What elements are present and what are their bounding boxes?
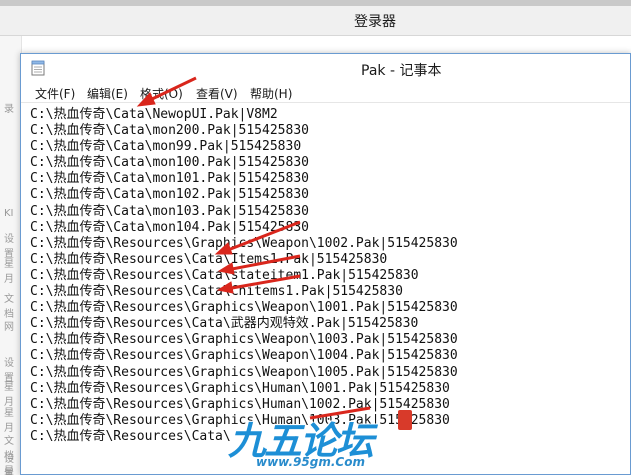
menu-file[interactable]: 文件(F) (35, 85, 75, 102)
text-line: C:\热血传奇\Resources\Cata\Chitems1.Pak|5154… (30, 284, 403, 300)
text-line: C:\热血传奇\Resources\Graphics\Weapon\1001.P… (30, 300, 458, 316)
text-line: C:\热血传奇\Cata\mon99.Pak|515425830 (30, 139, 302, 155)
menu-format[interactable]: 格式(O) (140, 85, 183, 102)
background-side-label: 录 (4, 104, 14, 115)
background-side-label: KI (4, 208, 14, 219)
background-side-label: 星月 (4, 259, 14, 285)
background-side-label: 星月 (4, 408, 14, 434)
menu-help[interactable]: 帮助(H) (250, 85, 292, 102)
notepad-title: Pak - 记事本 (361, 63, 442, 79)
notepad-menubar: 文件(F) 编辑(E) 格式(O) 查看(V) 帮助(H) (21, 82, 630, 103)
background-side-label: 星月 (4, 466, 14, 475)
text-line: C:\热血传奇\Resources\Graphics\Weapon\1003.P… (30, 332, 458, 348)
background-titlebar[interactable]: 登录器 (0, 6, 631, 36)
background-side-column: 录KI设置星月文档网设置星月星月文档设置星月 (0, 36, 22, 475)
text-line: C:\热血传奇\Resources\Cata\Items1.Pak|515425… (30, 251, 388, 267)
watermark-url: www.95gm.Com (256, 455, 365, 469)
text-line: C:\热血传奇\Cata\mon100.Pak|515425830 (30, 155, 309, 171)
text-line: C:\热血传奇\Resources\Cata\stateitem1.Pak|51… (30, 267, 419, 283)
background-side-label: 网 (4, 322, 14, 333)
menu-edit[interactable]: 编辑(E) (87, 85, 128, 102)
notepad-titlebar[interactable]: Pak - 记事本 (21, 54, 630, 82)
text-line: C:\热血传奇\Resources\Graphics\Weapon\1004.P… (30, 348, 458, 364)
text-line: C:\热血传奇\Cata\NewopUI.Pak|V8M2 (30, 107, 278, 122)
text-line: C:\热血传奇\Resources\Graphics\Weapon\1002.P… (30, 235, 458, 251)
watermark-seal-icon (398, 410, 412, 430)
notepad-icon (31, 60, 45, 76)
forum-watermark: 九五论坛 www.95gm.Com (228, 408, 418, 474)
text-line: C:\热血传奇\Resources\Cata\武器内观特效.Pak|515425… (30, 316, 419, 332)
text-line: C:\热血传奇\Cata\mon104.Pak|515425830 (30, 219, 309, 235)
text-line: C:\热血传奇\Resources\Graphics\Human\1001.Pa… (30, 380, 450, 396)
menu-view[interactable]: 查看(V) (196, 85, 238, 102)
text-line: C:\热血传奇\Resources\Graphics\Weapon\1005.P… (30, 364, 458, 380)
background-window-title: 登录器 (354, 14, 396, 30)
text-line: C:\热血传奇\Cata\mon103.Pak|515425830 (30, 203, 309, 219)
text-line: C:\热血传奇\Cata\mon200.Pak|515425830 (30, 123, 309, 139)
text-line: C:\热血传奇\Cata\mon102.Pak|515425830 (30, 187, 309, 203)
background-side-label: 文档 (4, 294, 14, 320)
text-line: C:\热血传奇\Cata\mon101.Pak|515425830 (30, 171, 309, 187)
